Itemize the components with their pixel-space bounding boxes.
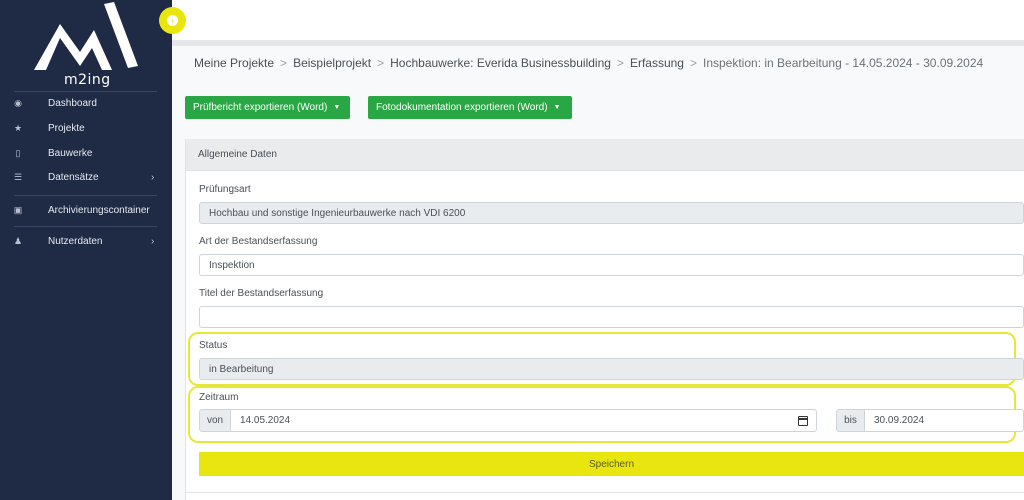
breadcrumb-separator: > (689, 56, 697, 70)
zeitraum-label: Zeitraum (199, 392, 239, 403)
pruefungsart-field: Hochbau und sonstige Ingenieurbauwerke n… (199, 202, 1024, 224)
calendar-icon[interactable] (798, 416, 808, 426)
sidebar-item-label: Archivierungscontainer (48, 204, 150, 216)
breadcrumb-item-projekte[interactable]: Meine Projekte (194, 56, 274, 70)
art-select[interactable]: Inspektion (199, 254, 1024, 276)
logo[interactable]: m2ing (0, 0, 172, 90)
logo-text: m2ing (64, 72, 111, 88)
titel-input[interactable] (199, 306, 1024, 328)
card-footer-divider (185, 492, 1024, 493)
sidebar-item-label: Nutzerdaten (48, 235, 103, 247)
breadcrumb-separator: > (377, 56, 385, 70)
breadcrumb-item-erfassung[interactable]: Erfassung (630, 56, 684, 70)
sidebar-item-dashboard[interactable]: ◉ Dashboard (0, 93, 172, 113)
sidebar-item-archivierungscontainer[interactable]: ▣ Archivierungscontainer (0, 200, 172, 220)
user-icon: ♟ (13, 235, 23, 246)
bis-date-value: 30.09.2024 (874, 415, 925, 426)
list-icon: ☰ (13, 171, 23, 182)
von-addon: von (199, 409, 231, 432)
sidebar-item-projekte[interactable]: ★ Projekte (0, 118, 172, 138)
breadcrumb-item-current: Inspektion: in Bearbeitung - 14.05.2024 … (702, 56, 984, 70)
export-photos-label: Fotodokumentation exportieren (Word) (376, 102, 548, 113)
status-field: in Bearbeitung (199, 358, 1024, 380)
sidebar: m2ing ◉ Dashboard ★ Projekte ▯ Bauwerke … (0, 0, 172, 500)
bis-addon: bis (836, 409, 865, 432)
pruefungsart-label: Prüfungsart (199, 184, 251, 195)
bis-date-input[interactable]: 30.09.2024 (865, 409, 1024, 432)
archive-icon: ▣ (13, 204, 23, 215)
sidebar-item-bauwerke[interactable]: ▯ Bauwerke (0, 143, 172, 163)
breadcrumb-item-bauwerk[interactable]: Hochbauwerke: Everida Businessbuilding (390, 56, 611, 70)
sidebar-item-nutzerdaten[interactable]: ♟ Nutzerdaten › (0, 231, 172, 251)
arrow-left-icon: ‹ (167, 15, 178, 26)
chevron-right-icon: › (151, 171, 155, 183)
breadcrumb: Meine Projekte > Beispielprojekt > Hochbauwe… (194, 56, 983, 70)
status-label: Status (199, 340, 228, 351)
art-label: Art der Bestandserfassung (199, 236, 318, 247)
sidebar-item-label: Datensätze (48, 171, 99, 183)
building-icon: ▯ (15, 147, 21, 158)
logo-mark-icon (34, 2, 138, 70)
von-date-value: 14.05.2024 (240, 415, 291, 426)
sidebar-item-datensaetze[interactable]: ☰ Datensätze › (0, 167, 172, 187)
breadcrumb-item-beispielprojekt[interactable]: Beispielprojekt (293, 56, 371, 70)
breadcrumb-separator: > (616, 56, 624, 70)
star-icon: ★ (13, 122, 23, 133)
caret-down-icon: ▼ (553, 104, 561, 111)
sidebar-toggle-button[interactable]: ‹ (159, 7, 186, 34)
breadcrumb-separator: > (280, 56, 288, 70)
save-button[interactable]: Speichern (199, 452, 1024, 476)
export-report-button[interactable]: Prüfbericht exportieren (Word) ▼ (185, 96, 350, 119)
sidebar-item-label: Projekte (48, 122, 85, 134)
card-header: Allgemeine Daten (185, 139, 1024, 171)
caret-down-icon: ▼ (333, 104, 341, 111)
sidebar-divider (14, 91, 157, 92)
chevron-right-icon: › (151, 235, 155, 247)
top-header (172, 0, 1024, 40)
sidebar-divider (14, 226, 157, 227)
export-photos-button[interactable]: Fotodokumentation exportieren (Word) ▼ (368, 96, 572, 119)
dashboard-icon: ◉ (14, 97, 22, 108)
sidebar-item-label: Dashboard (48, 97, 97, 109)
sidebar-item-label: Bauwerke (48, 147, 93, 159)
titel-label: Titel der Bestandserfassung (199, 288, 324, 299)
export-report-label: Prüfbericht exportieren (Word) (193, 102, 328, 113)
sidebar-divider (14, 195, 157, 196)
von-date-input[interactable]: 14.05.2024 (231, 409, 817, 432)
